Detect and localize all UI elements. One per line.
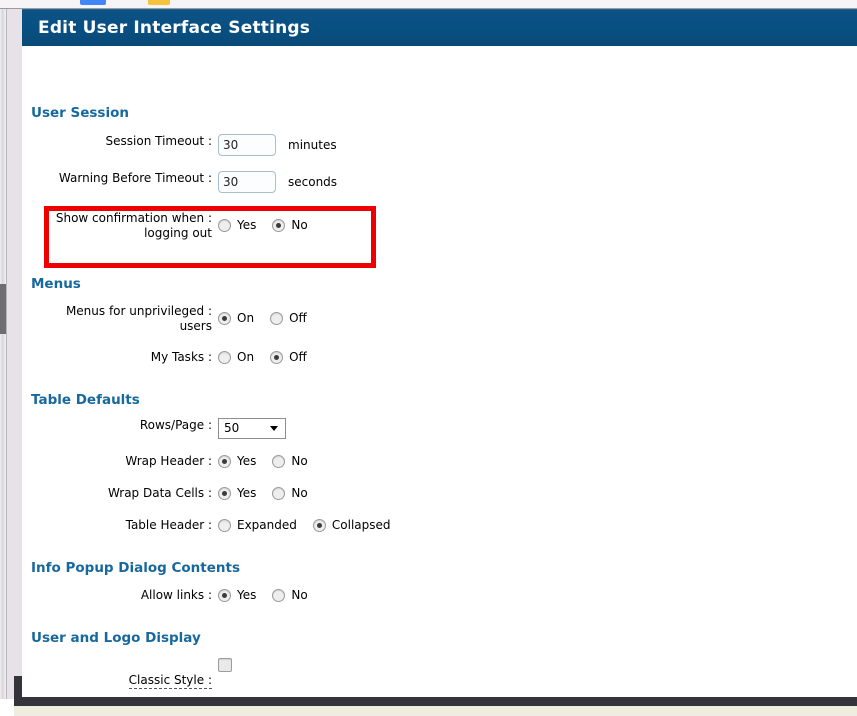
- session-timeout-input[interactable]: [218, 134, 276, 156]
- row-warning-before-timeout: Warning Before Timeout : seconds: [22, 171, 852, 193]
- label-unprivileged-menus: Menus for unprivileged : users: [65, 304, 212, 333]
- browser-toolbar-strip: [0, 0, 857, 9]
- section-heading-user-session: User Session: [31, 105, 129, 121]
- section-heading-menus: Menus: [31, 276, 81, 292]
- my-tasks-option-on[interactable]: On: [218, 350, 254, 364]
- label-wrap-header: Wrap Header :: [125, 454, 212, 468]
- settings-form: User Session Session Timeout : minutes W…: [22, 46, 857, 697]
- row-rows-per-page: Rows/Page : 50: [22, 418, 852, 440]
- wrap-header-option-no[interactable]: No: [272, 454, 308, 468]
- highlight-box-show-confirmation: [44, 206, 376, 268]
- label-wrap-data-cells: Wrap Data Cells :: [107, 486, 212, 500]
- radio-label: Expanded: [237, 518, 297, 532]
- my-tasks-option-off[interactable]: Off: [270, 350, 307, 364]
- allow-links-option-no[interactable]: No: [272, 588, 308, 602]
- radio-icon[interactable]: [218, 350, 231, 364]
- settings-panel: Edit User Interface Settings User Sessio…: [22, 9, 857, 697]
- classic-style-label-text: Classic Style :: [128, 673, 212, 689]
- radio-icon[interactable]: [272, 454, 286, 468]
- row-classic-style: Classic Style :: [22, 658, 852, 689]
- gold-toolbar-icon[interactable]: [148, 0, 170, 5]
- radio-label: No: [291, 486, 308, 500]
- radio-label: No: [291, 454, 308, 468]
- radio-icon[interactable]: [270, 311, 284, 325]
- section-heading-info-popup: Info Popup Dialog Contents: [31, 560, 240, 576]
- radio-label: No: [291, 588, 308, 602]
- radio-label: Collapsed: [331, 518, 391, 532]
- radio-label: Yes: [237, 588, 257, 602]
- scrollbar-thumb[interactable]: [0, 284, 6, 334]
- radio-icon[interactable]: [218, 486, 231, 500]
- warning-before-timeout-input[interactable]: [218, 171, 276, 193]
- my-tasks-radio-group[interactable]: On Off: [218, 350, 307, 364]
- allow-links-radio-group[interactable]: Yes No: [218, 588, 308, 602]
- section-heading-user-logo-display: User and Logo Display: [31, 630, 201, 646]
- row-unprivileged-menus: Menus for unprivileged : users On Off: [22, 304, 852, 333]
- label-session-timeout: Session Timeout :: [105, 134, 212, 148]
- radio-label: Off: [289, 311, 307, 325]
- table-header-option-collapsed[interactable]: Collapsed: [312, 518, 391, 532]
- radio-icon[interactable]: [270, 350, 284, 364]
- desktop-strip: [14, 706, 857, 716]
- unprivileged-menus-option-off[interactable]: Off: [270, 311, 307, 325]
- unprivileged-menus-radio-group[interactable]: On Off: [218, 311, 307, 325]
- radio-label: Yes: [237, 454, 257, 468]
- radio-label: On: [237, 350, 255, 364]
- row-wrap-header: Wrap Header : Yes No: [22, 454, 852, 476]
- table-header-radio-group[interactable]: Expanded Collapsed: [218, 518, 391, 532]
- radio-icon[interactable]: [218, 454, 231, 468]
- warning-before-timeout-unit: seconds: [288, 175, 338, 189]
- row-session-timeout: Session Timeout : minutes: [22, 134, 852, 156]
- page-title: Edit User Interface Settings: [38, 18, 311, 38]
- row-allow-links: Allow links : Yes No: [22, 588, 852, 610]
- wrap-data-cells-radio-group[interactable]: Yes No: [218, 486, 308, 500]
- wrap-header-option-yes[interactable]: Yes: [218, 454, 256, 468]
- rows-per-page-value: 50: [224, 421, 240, 435]
- screen: Edit User Interface Settings User Sessio…: [0, 0, 857, 716]
- wrap-data-cells-option-yes[interactable]: Yes: [218, 486, 256, 500]
- wrap-data-cells-option-no[interactable]: No: [272, 486, 308, 500]
- table-header-option-expanded[interactable]: Expanded: [218, 518, 297, 532]
- label-table-header: Table Header :: [125, 518, 212, 532]
- label-warning-before-timeout: Warning Before Timeout :: [58, 171, 212, 185]
- radio-label: On: [237, 311, 255, 325]
- radio-icon[interactable]: [272, 486, 286, 500]
- row-table-header: Table Header : Expanded Collapsed: [22, 518, 852, 540]
- panel-title-bar: Edit User Interface Settings: [22, 9, 857, 46]
- label-my-tasks: My Tasks :: [150, 350, 212, 364]
- label-allow-links: Allow links :: [140, 588, 212, 602]
- vertical-scrollbar[interactable]: [0, 9, 7, 699]
- classic-style-checkbox[interactable]: [218, 658, 232, 672]
- blue-toolbar-icon[interactable]: [80, 0, 106, 5]
- wrap-header-radio-group[interactable]: Yes No: [218, 454, 308, 468]
- radio-icon[interactable]: [218, 311, 231, 325]
- section-heading-table-defaults: Table Defaults: [31, 392, 140, 408]
- allow-links-option-yes[interactable]: Yes: [218, 588, 256, 602]
- radio-icon[interactable]: [272, 588, 286, 602]
- label-classic-style: Classic Style :: [22, 658, 212, 689]
- radio-icon[interactable]: [218, 518, 231, 532]
- row-my-tasks: My Tasks : On Off: [22, 350, 852, 372]
- row-wrap-data-cells: Wrap Data Cells : Yes No: [22, 486, 852, 508]
- label-rows-per-page: Rows/Page :: [139, 418, 212, 432]
- radio-label: Yes: [237, 486, 257, 500]
- unprivileged-menus-option-on[interactable]: On: [218, 311, 254, 325]
- chevron-down-icon[interactable]: [270, 426, 278, 431]
- session-timeout-unit: minutes: [288, 138, 337, 152]
- rows-per-page-select[interactable]: 50: [218, 418, 286, 439]
- radio-icon[interactable]: [312, 518, 326, 532]
- radio-icon[interactable]: [218, 588, 231, 602]
- radio-label: Off: [289, 350, 307, 364]
